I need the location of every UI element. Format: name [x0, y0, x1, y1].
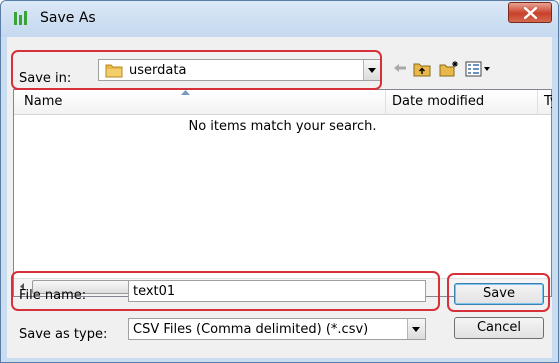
- back-icon[interactable]: [392, 61, 408, 75]
- save-in-dropdown-arrow[interactable]: [363, 60, 381, 80]
- up-folder-icon[interactable]: [413, 61, 431, 77]
- column-header-date-modified-label: Date modified: [392, 94, 485, 109]
- dialog-body: Save in: userdata Name Date modified T N…: [7, 37, 552, 358]
- close-icon: [524, 7, 537, 19]
- column-header-date-modified[interactable]: Date modified: [386, 90, 537, 114]
- file-list[interactable]: Name Date modified Ty No items match you…: [13, 89, 552, 297]
- folder-icon: [105, 64, 123, 78]
- save-as-type-dropdown-arrow[interactable]: [407, 319, 425, 339]
- app-icon: [14, 11, 27, 25]
- file-name-field[interactable]: [128, 280, 426, 302]
- save-in-label: Save in:: [19, 71, 72, 86]
- window-title: Save As: [40, 10, 96, 26]
- new-folder-icon[interactable]: [439, 61, 459, 77]
- save-button[interactable]: Save: [454, 283, 544, 305]
- close-button[interactable]: [508, 2, 552, 23]
- file-name-label: File name:: [19, 288, 87, 303]
- save-as-type-value: CSV Files (Comma delimited) (*.csv): [133, 322, 369, 337]
- empty-list-message: No items match your search.: [188, 119, 377, 134]
- title-bar: Save As: [1, 1, 558, 37]
- save-as-dialog: Save As Save in: userdata Name Date modi…: [0, 0, 559, 363]
- view-menu-icon[interactable]: [465, 61, 491, 77]
- sort-up-icon: [181, 90, 190, 95]
- chevron-down-icon: [368, 68, 376, 73]
- save-as-type-dropdown[interactable]: CSV Files (Comma delimited) (*.csv): [128, 318, 426, 340]
- cancel-button[interactable]: Cancel: [454, 317, 544, 339]
- save-in-dropdown[interactable]: userdata: [98, 59, 382, 81]
- column-header-type[interactable]: Ty: [538, 90, 552, 114]
- save-as-type-label: Save as type:: [19, 327, 108, 342]
- save-in-value: userdata: [129, 63, 187, 78]
- chevron-down-icon: [412, 327, 420, 332]
- column-header-name[interactable]: Name: [14, 90, 385, 114]
- column-header-type-label: Ty: [544, 94, 552, 109]
- list-header: Name Date modified Ty: [14, 90, 552, 115]
- column-header-name-label: Name: [24, 94, 63, 109]
- file-name-input[interactable]: [133, 283, 418, 299]
